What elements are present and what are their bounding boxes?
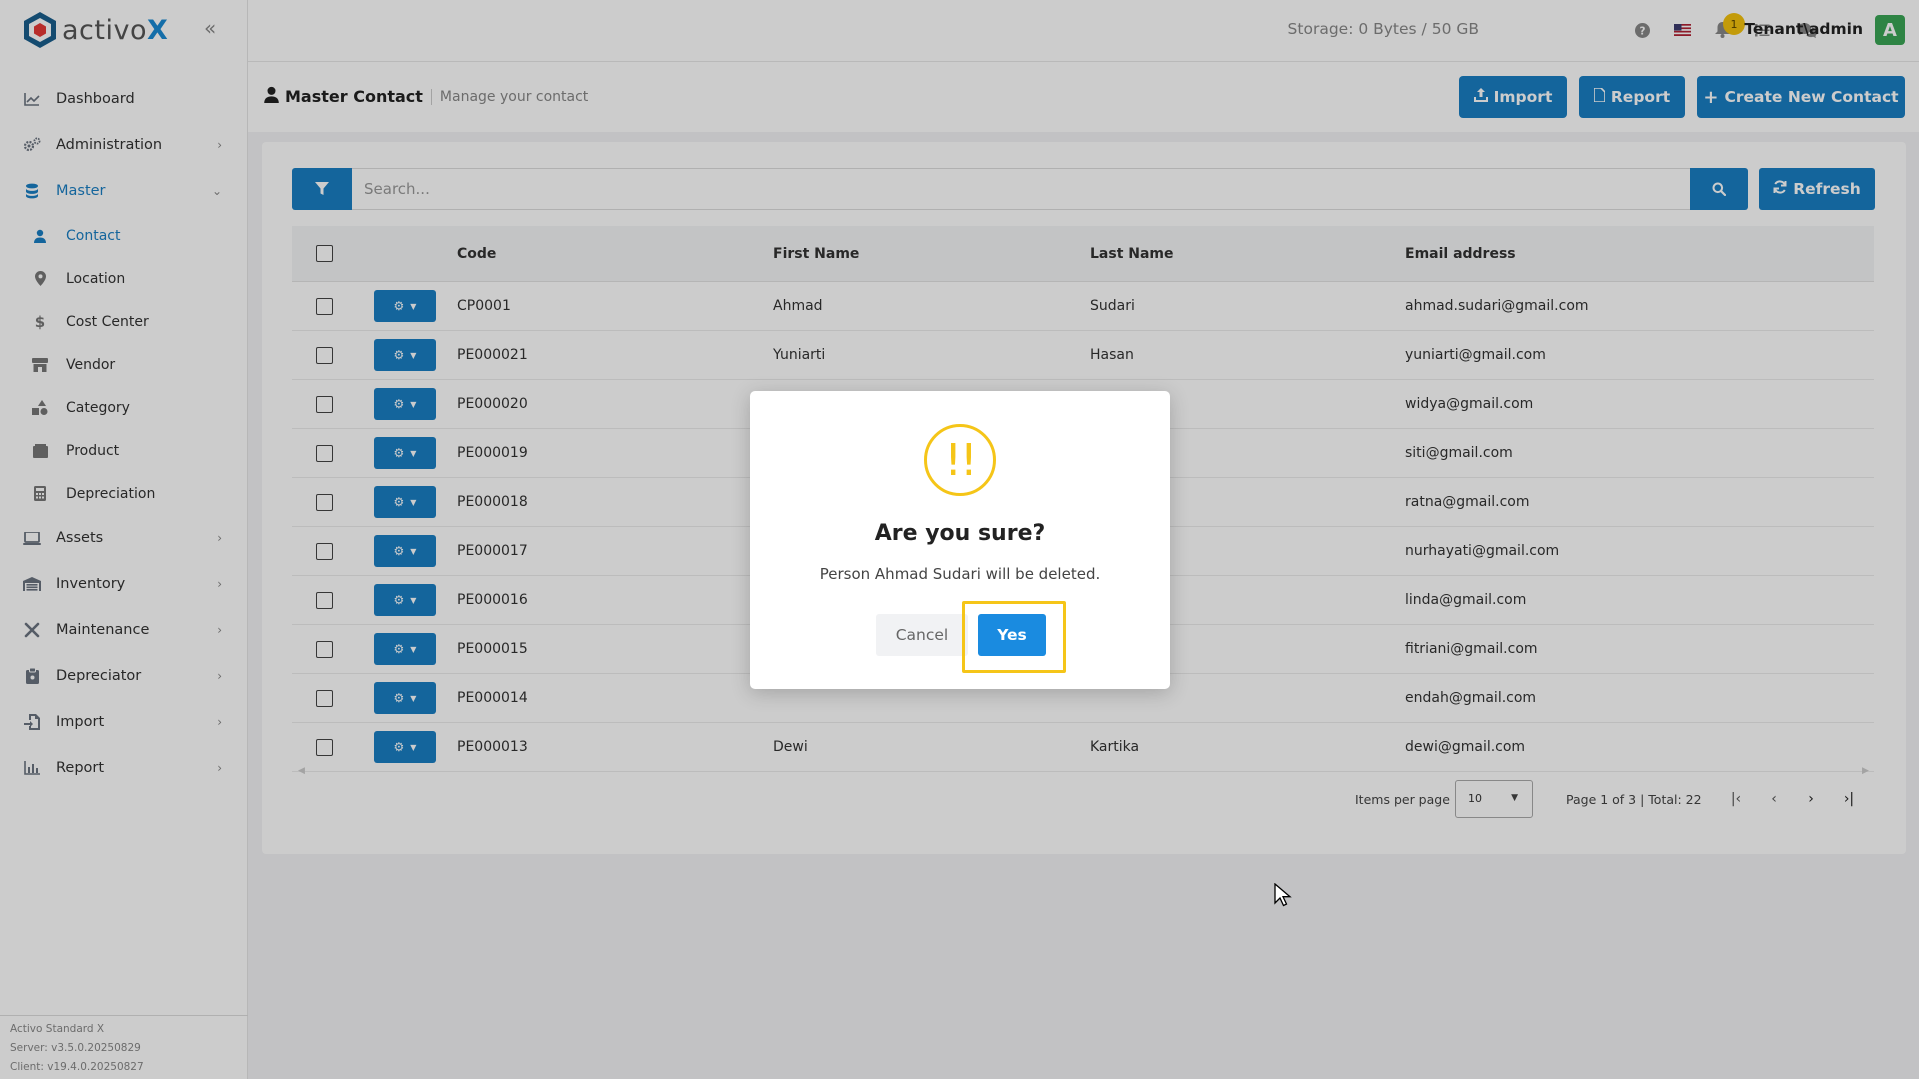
dialog-message: Person Ahmad Sudari will be deleted. [819,565,1101,583]
dialog-title: Are you sure? [874,521,1046,546]
confirm-delete-dialog: !! Are you sure? Person Ahmad Sudari wil… [750,391,1170,689]
cancel-button[interactable]: Cancel [876,614,968,656]
yes-button[interactable]: Yes [978,614,1046,656]
warning-icon: !! [924,424,996,496]
